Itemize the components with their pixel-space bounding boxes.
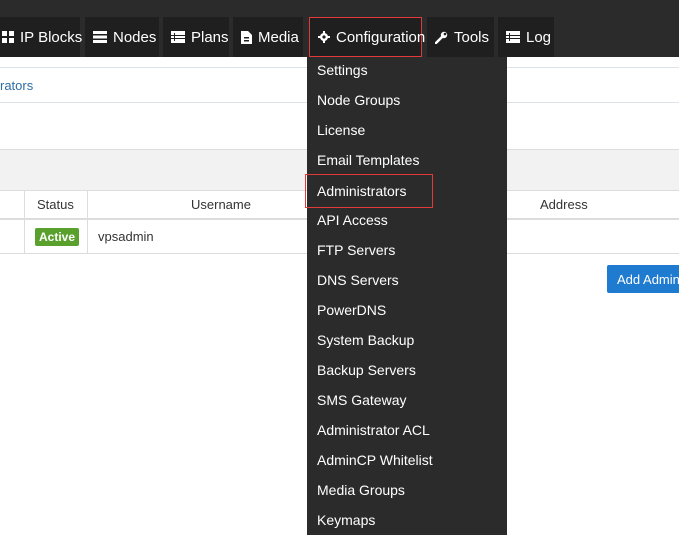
list-icon	[506, 31, 520, 43]
menu-item-ftp-servers[interactable]: FTP Servers	[307, 235, 507, 265]
menu-item-powerdns[interactable]: PowerDNS	[307, 295, 507, 325]
menu-item-keymaps[interactable]: Keymaps	[307, 505, 507, 535]
tab-label: Log	[526, 28, 552, 46]
tab-label: Plans	[191, 28, 229, 46]
menu-item-api-access[interactable]: API Access	[307, 205, 507, 235]
menu-item-dns-servers[interactable]: DNS Servers	[307, 265, 507, 295]
status-badge: Active	[35, 227, 80, 246]
username-cell: vpsadmin	[98, 229, 154, 244]
menu-item-admincp-whitelist[interactable]: AdminCP Whitelist	[307, 445, 507, 475]
column-status[interactable]: Status	[37, 191, 74, 218]
tab-tools[interactable]: Tools	[427, 17, 494, 57]
menu-item-node-groups[interactable]: Node Groups	[307, 85, 507, 115]
column-divider	[24, 220, 25, 253]
configuration-dropdown-menu: Settings Node Groups License Email Templ…	[305, 55, 507, 535]
tab-nodes[interactable]: Nodes	[85, 17, 159, 57]
menu-item-administrator-acl[interactable]: Administrator ACL	[307, 415, 507, 445]
top-navigation-bar: IP Blocks Nodes Plans Media Configuratio…	[0, 0, 679, 57]
menu-item-administrators[interactable]: Administrators	[305, 174, 433, 208]
menu-item-backup-servers[interactable]: Backup Servers	[307, 355, 507, 385]
column-divider	[87, 220, 88, 253]
server-icon	[93, 31, 107, 43]
column-username[interactable]: Username	[191, 191, 251, 218]
grid-icon	[2, 31, 14, 43]
tab-log[interactable]: Log	[498, 17, 554, 57]
column-address[interactable]: Address	[540, 191, 588, 218]
add-admin-button[interactable]: Add Admin	[607, 265, 679, 293]
gear-icon	[318, 31, 330, 43]
menu-item-email-templates[interactable]: Email Templates	[307, 145, 507, 175]
file-icon	[241, 30, 252, 44]
list-icon	[171, 31, 185, 43]
menu-item-settings[interactable]: Settings	[307, 55, 507, 85]
status-cell: Active	[35, 220, 80, 253]
tab-configuration[interactable]: Configuration	[309, 17, 426, 57]
tab-label: IP Blocks	[20, 28, 83, 46]
menu-item-sms-gateway[interactable]: SMS Gateway	[307, 385, 507, 415]
tab-plans[interactable]: Plans	[163, 17, 229, 57]
menu-item-media-groups[interactable]: Media Groups	[307, 475, 507, 505]
tab-label: Tools	[454, 28, 490, 46]
tab-label: Configuration	[336, 28, 426, 46]
breadcrumb-link[interactable]: rators	[0, 78, 33, 93]
tab-label: Nodes	[113, 28, 157, 46]
menu-item-license[interactable]: License	[307, 115, 507, 145]
column-divider	[24, 191, 25, 218]
tab-ip-blocks[interactable]: IP Blocks	[0, 17, 83, 57]
menu-item-system-backup[interactable]: System Backup	[307, 325, 507, 355]
tab-media[interactable]: Media	[233, 17, 303, 57]
wrench-icon	[435, 31, 448, 44]
column-divider	[87, 191, 88, 218]
tab-label: Media	[258, 28, 299, 46]
